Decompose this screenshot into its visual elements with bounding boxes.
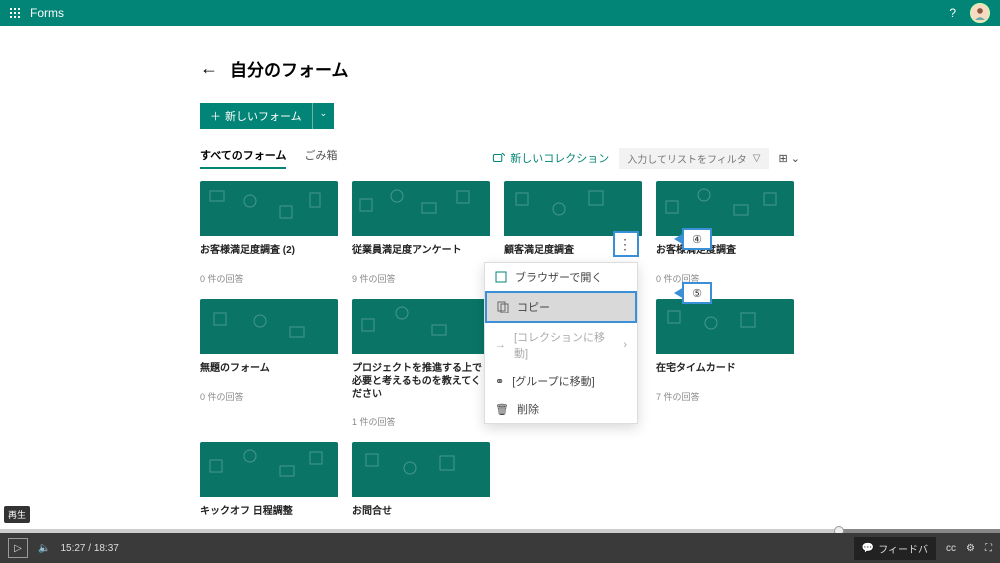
card-title: 従業員満足度アンケート (352, 244, 490, 258)
play-badge: 再生 (4, 506, 30, 523)
card-thumbnail (352, 299, 490, 354)
menu-move-group[interactable]: ⚭ [グループに移動] (485, 367, 637, 395)
form-card[interactable]: 従業員満足度アンケート 9 件の回答 (352, 181, 490, 285)
chevron-right-icon: › (623, 339, 627, 351)
tabs: すべてのフォーム ごみ箱 (200, 147, 337, 169)
form-card[interactable]: 無題のフォーム 0 件の回答 (200, 299, 338, 428)
help-icon[interactable]: ? (949, 6, 956, 20)
tab-all-forms[interactable]: すべてのフォーム (200, 147, 286, 169)
group-icon: ⚭ (495, 375, 504, 388)
page-title: 自分のフォーム (230, 56, 349, 81)
avatar[interactable] (970, 3, 990, 23)
card-responses: 7 件の回答 (656, 390, 794, 403)
form-card[interactable]: 在宅タイムカード 7 件の回答 (656, 299, 794, 428)
trash-icon: 🗑 (495, 403, 509, 416)
card-title: お問合せ (352, 505, 490, 519)
view-toggle[interactable]: ⊞ ⌄ (779, 152, 801, 165)
copy-icon (497, 301, 509, 313)
play-button[interactable]: ▷ (8, 538, 28, 558)
browser-icon (495, 271, 507, 283)
video-controls: ▷ 🔈 15:27 / 18:37 💬 フィードバ cc ⚙ ⛶ (0, 533, 1000, 563)
card-responses: 0 件の回答 (200, 390, 338, 403)
filter-input[interactable]: 入力してリストをフィルタ ▽ (619, 148, 768, 169)
menu-delete[interactable]: 🗑 削除 (485, 395, 637, 423)
new-form-chevron[interactable]: ⌄ (312, 103, 335, 129)
card-title: お客様満足度調査 (2) (200, 244, 338, 258)
fullscreen-icon[interactable]: ⛶ (985, 543, 992, 554)
app-name: Forms (30, 6, 64, 20)
toolbar: すべてのフォーム ごみ箱 新しいコレクション 入力してリストをフィルタ ▽ ⊞ … (200, 147, 800, 169)
card-thumbnail (200, 181, 338, 236)
card-thumbnail (200, 299, 338, 354)
card-responses: 9 件の回答 (352, 272, 490, 285)
card-thumbnail (352, 181, 490, 236)
card-title: お客様満足度調査 (656, 244, 794, 258)
card-responses: 0 件の回答 (656, 272, 794, 285)
context-menu: ブラウザーで開く コピー → [コレクションに移動] › ⚭ [グループに移動]… (484, 262, 638, 424)
arrow-icon: → (495, 339, 506, 351)
menu-open-browser[interactable]: ブラウザーで開く (485, 263, 637, 291)
captions-icon[interactable]: cc (946, 543, 956, 554)
collection-icon (492, 151, 506, 165)
card-responses: 1 件の回答 (352, 415, 490, 428)
card-thumbnail (352, 442, 490, 497)
filter-icon: ▽ (753, 153, 761, 164)
card-title: キックオフ 日程調整 (200, 505, 338, 519)
new-form-split-button: ＋ 新しいフォーム ⌄ (200, 103, 334, 129)
card-more-button[interactable]: ⋮ (613, 231, 639, 257)
app-header: Forms ? (0, 0, 1000, 26)
new-collection-button[interactable]: 新しいコレクション (492, 150, 609, 166)
card-responses: 0 件の回答 (200, 272, 338, 285)
form-card[interactable]: プロジェクトを推進する上で必要と考えるものを教えてください 1 件の回答 (352, 299, 490, 428)
card-thumbnail (656, 299, 794, 354)
video-time: 15:27 / 18:37 (60, 543, 118, 554)
filter-placeholder: 入力してリストをフィルタ (627, 151, 747, 166)
card-thumbnail (656, 181, 794, 236)
new-form-button[interactable]: ＋ 新しいフォーム (200, 103, 312, 129)
card-title: 無題のフォーム (200, 362, 338, 376)
form-card[interactable]: お客様満足度調査 (2) 0 件の回答 (200, 181, 338, 285)
app-launcher-icon[interactable] (10, 8, 20, 18)
menu-move-collection: → [コレクションに移動] › (485, 323, 637, 367)
feedback-button[interactable]: 💬 フィードバ (854, 537, 936, 560)
settings-icon[interactable]: ⚙ (966, 543, 975, 554)
tab-trash[interactable]: ごみ箱 (304, 147, 337, 169)
card-title: プロジェクトを推進する上で必要と考えるものを教えてください (352, 362, 490, 401)
back-arrow-icon[interactable]: ← (200, 58, 218, 79)
annotation-step4: ④ (682, 228, 712, 250)
volume-icon[interactable]: 🔈 (38, 543, 50, 554)
card-title: 在宅タイムカード (656, 362, 794, 376)
annotation-step5: ⑤ (682, 282, 712, 304)
card-thumbnail (504, 181, 642, 236)
menu-copy[interactable]: コピー (485, 291, 637, 323)
card-thumbnail (200, 442, 338, 497)
